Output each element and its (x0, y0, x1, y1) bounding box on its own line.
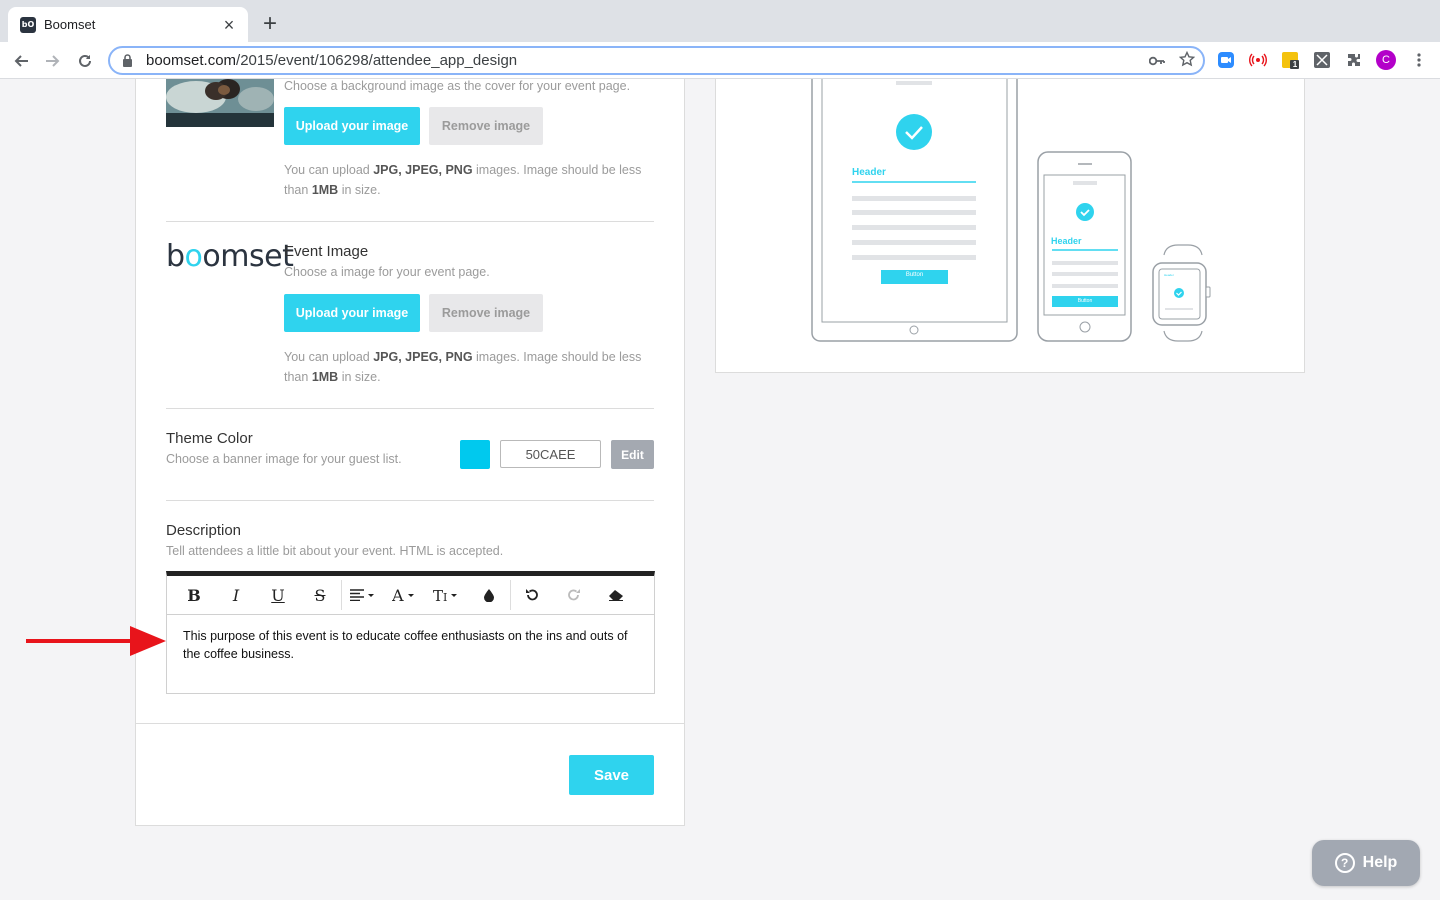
strikethrough-button[interactable]: S (299, 576, 341, 615)
lock-icon[interactable] (120, 54, 134, 68)
phone-preview (1037, 151, 1132, 342)
italic-button[interactable]: I (215, 576, 257, 615)
description-title: Description (166, 522, 242, 539)
description-subtitle: Tell attendees a little bit about your e… (166, 544, 504, 558)
event-image-title: Event Image (284, 243, 369, 260)
event-image-description: Choose a image for your event page. (284, 265, 490, 279)
underline-button[interactable]: U (257, 576, 299, 615)
tablet-button-label: Button (905, 272, 924, 278)
cover-upload-hint: You can upload JPG, JPEG, PNG images. Im… (284, 163, 642, 197)
theme-color-title: Theme Color (166, 430, 253, 447)
undo-icon[interactable] (511, 576, 553, 615)
browser-tab-strip: bO Boomset × + (0, 0, 1440, 42)
section-divider (166, 408, 654, 409)
event-image-remove-button[interactable]: Remove image (429, 294, 543, 332)
cover-upload-button[interactable]: Upload your image (284, 107, 420, 145)
design-settings-card: Choose a background image as the cover f… (135, 79, 685, 826)
boomset-logo: boomset (166, 239, 294, 274)
bookmark-star-icon[interactable] (1178, 50, 1196, 72)
description-rich-text-editor: B I U S A TI This purpose of this event … (166, 571, 655, 694)
browser-toolbar: boomset.com/2015/event/106298/attendee_a… (0, 42, 1440, 79)
device-preview-illustration (811, 68, 1211, 342)
key-icon[interactable] (1148, 53, 1165, 71)
redo-icon[interactable] (553, 576, 595, 615)
back-icon[interactable] (8, 48, 34, 74)
theme-color-edit-button[interactable]: Edit (611, 440, 654, 469)
reload-icon[interactable] (72, 48, 98, 74)
zoom-extension-icon[interactable] (1217, 51, 1235, 69)
phone-header-label: Header (1051, 236, 1082, 246)
editor-toolbar: B I U S A TI (167, 576, 654, 615)
bold-button[interactable]: B (173, 576, 215, 615)
close-tab-icon[interactable]: × (220, 16, 238, 34)
extensions-puzzle-icon[interactable] (1345, 51, 1363, 69)
svg-text:A: A (392, 588, 404, 602)
puzzle-grid-extension-icon[interactable] (1313, 51, 1331, 69)
extension-badge: 1 (1292, 60, 1298, 69)
cover-remove-button[interactable]: Remove image (429, 107, 543, 145)
chrome-menu-icon[interactable] (1410, 51, 1428, 69)
font-size-dropdown-icon[interactable]: TI (426, 576, 468, 615)
section-divider (166, 221, 654, 222)
address-bar[interactable]: boomset.com/2015/event/106298/attendee_a… (108, 46, 1205, 75)
section-divider (166, 500, 654, 501)
watch-preview (1152, 244, 1211, 342)
cover-description: Choose a background image as the cover f… (284, 79, 631, 93)
tablet-preview (811, 68, 1018, 342)
help-label: Help (1362, 854, 1398, 871)
boomset-favicon-icon: bO (20, 16, 36, 33)
theme-color-swatch[interactable] (460, 440, 490, 469)
footer-divider (136, 723, 684, 724)
align-dropdown-icon[interactable] (342, 576, 384, 615)
question-mark-icon: ? (1334, 853, 1355, 873)
new-tab-icon[interactable]: + (258, 12, 282, 36)
sticky-note-extension-icon[interactable]: 1 (1281, 51, 1299, 69)
theme-color-hex-input[interactable]: 50CAEE (500, 440, 601, 468)
tablet-header-label: Header (852, 167, 886, 178)
svg-text:T: T (433, 588, 443, 602)
tab-title: Boomset (44, 17, 96, 32)
profile-avatar[interactable]: C (1376, 50, 1396, 70)
event-image-upload-button[interactable]: Upload your image (284, 294, 420, 332)
svg-text:I: I (443, 591, 447, 602)
url-text: boomset.com/2015/event/106298/attendee_a… (146, 52, 518, 69)
red-annotation-arrow-icon (26, 626, 166, 656)
phone-button-label: Button (1077, 298, 1093, 304)
watch-header-label: Header (1164, 273, 1174, 277)
cover-image-thumbnail (166, 79, 274, 127)
forward-icon[interactable] (40, 48, 66, 74)
eraser-icon[interactable] (595, 576, 637, 615)
theme-color-description: Choose a banner image for your guest lis… (166, 452, 402, 466)
font-color-dropdown-icon[interactable]: A (384, 576, 426, 615)
browser-tab[interactable]: bO Boomset × (8, 7, 248, 42)
save-button[interactable]: Save (569, 755, 654, 795)
broadcast-extension-icon[interactable] (1249, 51, 1267, 69)
description-text-area[interactable]: This purpose of this event is to educate… (167, 615, 654, 675)
device-preview-card: Header Button Header Button Header (715, 68, 1305, 373)
help-button[interactable]: ? Help (1312, 840, 1420, 886)
highlight-droplet-icon[interactable] (468, 576, 510, 615)
event-image-upload-hint: You can upload JPG, JPEG, PNG images. Im… (284, 350, 642, 384)
